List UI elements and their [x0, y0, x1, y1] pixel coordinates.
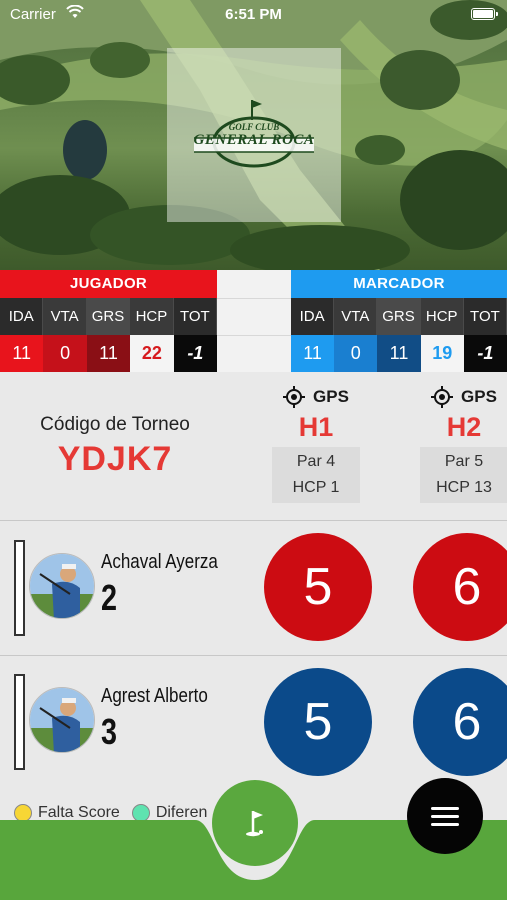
column-label-vta: VTA: [334, 298, 378, 335]
hamburger-icon-line: [431, 822, 459, 826]
player-color-bar: [14, 540, 25, 636]
avatar: [29, 687, 95, 753]
hamburger-icon-line: [431, 814, 459, 818]
status-bar: Carrier 6:51 PM: [0, 0, 507, 30]
value-ida: 11: [0, 335, 44, 372]
hole-hcp: HCP 13: [436, 479, 492, 496]
value-ida: 11: [291, 335, 335, 372]
value-grs: 11: [86, 335, 131, 372]
player-row[interactable]: Agrest Alberto 3 5 6: [0, 656, 507, 790]
hole-number: H2: [446, 412, 482, 442]
player-scoreboard-header-row: IDA VTA GRS HCP TOT: [0, 298, 218, 335]
hole-column-1: GPS H1 Par 4 HCP 1: [272, 384, 360, 503]
hole-number: H1: [298, 412, 334, 442]
player-scoreboard-title: JUGADOR: [0, 270, 217, 298]
gps-label: GPS: [313, 387, 349, 406]
tournament-code-label: Código de Torneo: [40, 414, 190, 435]
column-label-hcp: HCP: [420, 298, 464, 335]
logo-name-text: GENERAL ROCA: [193, 132, 315, 148]
hole-par: Par 5: [444, 453, 484, 470]
player-color-bar: [14, 674, 25, 770]
column-label-grs: GRS: [86, 298, 131, 335]
column-label-tot: TOT: [463, 298, 507, 335]
hamburger-icon-line: [431, 806, 459, 810]
player-scoreboard: JUGADOR IDA VTA GRS HCP TOT 11 0 11 22 -…: [0, 270, 218, 372]
gps-button[interactable]: GPS: [272, 384, 360, 410]
score-button-h2[interactable]: 6: [413, 668, 507, 776]
column-label-hcp: HCP: [130, 298, 174, 335]
logo-club-text: GOLF CLUB: [228, 122, 280, 132]
player-row[interactable]: Achaval Ayerza 2 5 6: [0, 521, 507, 655]
hole-info: Par 4 HCP 1: [272, 447, 360, 503]
value-hcp: 22: [130, 335, 174, 372]
avatar: [29, 553, 95, 619]
value-hcp: 19: [420, 335, 464, 372]
crosshair-icon: [431, 386, 454, 408]
hole-flag-button[interactable]: [212, 780, 298, 866]
player-position: 2: [101, 577, 118, 618]
gps-button[interactable]: GPS: [420, 384, 507, 410]
player-name: Agrest Alberto: [101, 685, 208, 707]
club-logo: GOLF CLUB GENERAL ROCA: [190, 98, 318, 180]
tournament-code: YDJK7: [57, 440, 173, 478]
crosshair-icon: [283, 386, 306, 408]
player-name: Achaval Ayerza: [101, 551, 218, 573]
hole-column-2: GPS H2 Par 5 HCP 13: [420, 384, 507, 503]
value-grs: 11: [377, 335, 421, 372]
score-button-h1[interactable]: 5: [264, 533, 372, 641]
value-tot: -1: [463, 335, 507, 372]
player-position: 3: [101, 711, 118, 752]
app-screen: Carrier 6:51 PM GOLF CLUB GENERAL ROCA J…: [0, 0, 507, 900]
course-aerial-photo: Carrier 6:51 PM GOLF CLUB GENERAL ROCA: [0, 0, 507, 270]
score-button-h2[interactable]: 6: [413, 533, 507, 641]
menu-button[interactable]: [407, 778, 483, 854]
value-vta: 0: [43, 335, 87, 372]
column-label-grs: GRS: [377, 298, 421, 335]
column-label-vta: VTA: [43, 298, 87, 335]
marker-scoreboard-header-row: IDA VTA GRS HCP TOT: [291, 298, 507, 335]
hole-hcp: HCP 1: [292, 479, 340, 496]
club-logo-panel: GOLF CLUB GENERAL ROCA: [167, 48, 341, 222]
column-label-ida: IDA: [291, 298, 335, 335]
marker-scoreboard: MARCADOR IDA VTA GRS HCP TOT 11 0 11 19 …: [291, 270, 507, 372]
score-button-h1[interactable]: 5: [264, 668, 372, 776]
gps-label: GPS: [461, 387, 497, 406]
marker-scoreboard-value-row: 11 0 11 19 -1: [291, 335, 507, 372]
scoreboard-spacer: [217, 270, 291, 372]
marker-scoreboard-title: MARCADOR: [291, 270, 507, 298]
golf-flag-icon: [246, 811, 263, 837]
battery-icon: [471, 8, 498, 20]
column-label-ida: IDA: [0, 298, 44, 335]
value-vta: 0: [334, 335, 378, 372]
hole-par: Par 4: [296, 453, 336, 470]
column-label-tot: TOT: [173, 298, 218, 335]
hole-info: Par 5 HCP 13: [420, 447, 507, 503]
player-scoreboard-value-row: 11 0 11 22 -1: [0, 335, 218, 372]
value-tot: -1: [173, 335, 218, 372]
clock: 6:51 PM: [225, 6, 282, 23]
